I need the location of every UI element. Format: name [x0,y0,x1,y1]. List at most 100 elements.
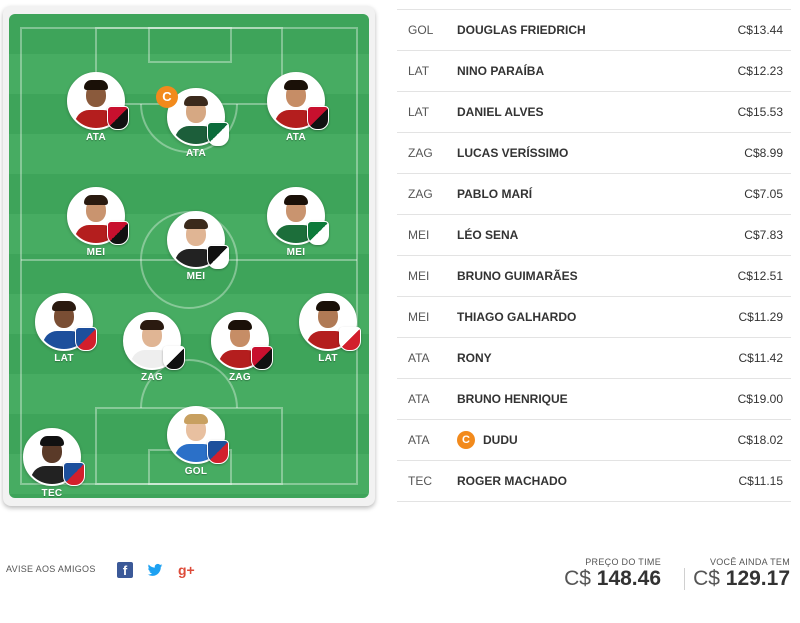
player-position-label: LAT [318,353,338,364]
row-player-name: ROGER MACHADO [457,474,567,488]
team-list-row[interactable]: MEI THIAGO GALHARDO C$11.29 [397,296,791,337]
field-player-card[interactable]: LAT [29,293,99,364]
player-position-label: ATA [86,132,106,143]
row-player-name: THIAGO GALHARDO [457,310,577,324]
lineup-field-card: ATA C ATA ATA MEI MEI MEI LAT ZAG ZAG LAT GOL TEC [3,6,375,506]
player-position-label: GOL [184,466,208,477]
field-player-card[interactable]: LAT [293,293,363,364]
player-position-label: ATA [286,132,306,143]
bahia-club-shield-icon [207,440,229,464]
team-price-amount: 148.46 [596,567,661,590]
field-player-card[interactable]: ATA [61,72,131,143]
player-position-label: LAT [54,353,74,364]
totals-divider [684,568,685,590]
field-player-card[interactable]: C ATA [156,86,231,159]
row-position: LAT [408,105,430,119]
row-player-name: LÉO SENA [457,228,519,242]
bahia-club-shield-icon [63,462,85,486]
field-player-card[interactable]: ZAG [205,312,275,383]
row-player-price: C$12.23 [737,64,783,78]
remaining-budget-block: VOCÊ AINDA TEM C$ 129.17 [693,557,790,591]
row-player-price: C$11.29 [738,310,783,324]
row-position: ATA [408,392,430,406]
row-position: MEI [408,228,430,242]
row-player-price: C$13.44 [737,23,783,37]
palmeiras-club-shield-icon [207,122,229,146]
field-player-card[interactable]: GOL [161,406,231,477]
team-list: GOL DOUGLAS FRIEDRICH C$13.44 LAT NINO PARAÍ… [397,9,791,502]
team-list-row[interactable]: TEC ROGER MACHADO C$11.15 [397,460,791,502]
team-price-currency: C$ [564,567,591,590]
remaining-currency: C$ [693,567,720,590]
field-player-card[interactable]: TEC [17,428,87,498]
saopaulo-club-shield-icon [339,327,361,351]
team-price-value: C$ 148.46 [564,567,661,591]
row-position: GOL [408,23,434,37]
goias-club-shield-icon [307,221,329,245]
twitter-icon[interactable] [147,562,163,578]
row-player-price: C$15.53 [737,105,783,119]
team-list-row[interactable]: LAT NINO PARAÍBA C$12.23 [397,50,791,91]
team-list-row[interactable]: ATA BRUNO HENRIQUE C$19.00 [397,378,791,419]
row-player-name: RONY [457,351,492,365]
row-player-name: DOUGLAS FRIEDRICH [457,23,586,37]
google-plus-icon[interactable]: g+ [178,562,195,578]
row-player-name: BRUNO HENRIQUE [457,392,568,406]
team-list-row[interactable]: ATA RONY C$11.42 [397,337,791,378]
row-position: ZAG [408,146,433,160]
field-player-card[interactable]: MEI [161,211,231,282]
player-position-label: ATA [186,148,206,159]
field-player-card[interactable]: ZAG [117,312,187,383]
team-list-row[interactable]: ZAG PABLO MARÍ C$7.05 [397,173,791,214]
row-position: ZAG [408,187,433,201]
team-list-row[interactable]: MEI BRUNO GUIMARÃES C$12.51 [397,255,791,296]
field-player-card[interactable]: ATA [261,72,331,143]
athletico-club-shield-icon [307,106,329,130]
row-player-price: C$12.51 [737,269,783,283]
remaining-amount: 129.17 [725,567,790,590]
team-price-label: PREÇO DO TIME [585,557,661,567]
player-position-label: MEI [186,271,206,282]
team-list-row[interactable]: ZAG LUCAS VERÍSSIMO C$8.99 [397,132,791,173]
flamengo-club-shield-icon [107,106,129,130]
ceara-club-shield-icon [207,245,229,269]
row-player-price: C$7.05 [744,187,783,201]
team-price-block: PREÇO DO TIME C$ 148.46 [564,557,661,591]
row-position: MEI [408,269,430,283]
row-player-price: C$7.83 [744,228,783,242]
row-position: TEC [408,474,432,488]
field-player-card[interactable]: MEI [261,187,331,258]
row-player-name: BRUNO GUIMARÃES [457,269,578,283]
player-position-label: MEI [286,247,306,258]
row-player-price: C$18.02 [737,433,783,447]
row-player-price: C$11.42 [738,351,783,365]
remaining-value: C$ 129.17 [693,567,790,591]
team-list-row[interactable]: GOL DOUGLAS FRIEDRICH C$13.44 [397,9,791,50]
row-player-name: DUDU [483,433,518,447]
athletico-club-shield-icon [107,221,129,245]
field-player-card[interactable]: MEI [61,187,131,258]
player-position-label: MEI [86,247,106,258]
row-position: LAT [408,64,430,78]
row-player-name: PABLO MARÍ [457,187,533,201]
row-player-price: C$19.00 [737,392,783,406]
player-position-label: ZAG [228,372,251,383]
row-position: ATA [408,433,430,447]
team-list-row[interactable]: MEI LÉO SENA C$7.83 [397,214,791,255]
santos-club-shield-icon [163,346,185,370]
row-player-price: C$8.99 [744,146,783,160]
facebook-icon[interactable]: f [117,562,133,578]
soccer-pitch: ATA C ATA ATA MEI MEI MEI LAT ZAG ZAG LAT GOL TEC [9,14,369,498]
bahia-club-shield-icon [75,327,97,351]
team-list-row[interactable]: ATA C DUDU C$18.02 [397,419,791,460]
remaining-label: VOCÊ AINDA TEM [709,557,790,567]
captain-icon: C [457,431,475,449]
row-player-name: LUCAS VERÍSSIMO [457,146,569,160]
row-player-name: DANIEL ALVES [457,105,544,119]
team-list-row[interactable]: LAT DANIEL ALVES C$15.53 [397,91,791,132]
row-player-name: NINO PARAÍBA [457,64,545,78]
row-position: ATA [408,351,430,365]
share-label: AVISE AOS AMIGOS [6,564,96,574]
player-position-label: TEC [41,488,63,498]
flamengo-club-shield-icon [251,346,273,370]
